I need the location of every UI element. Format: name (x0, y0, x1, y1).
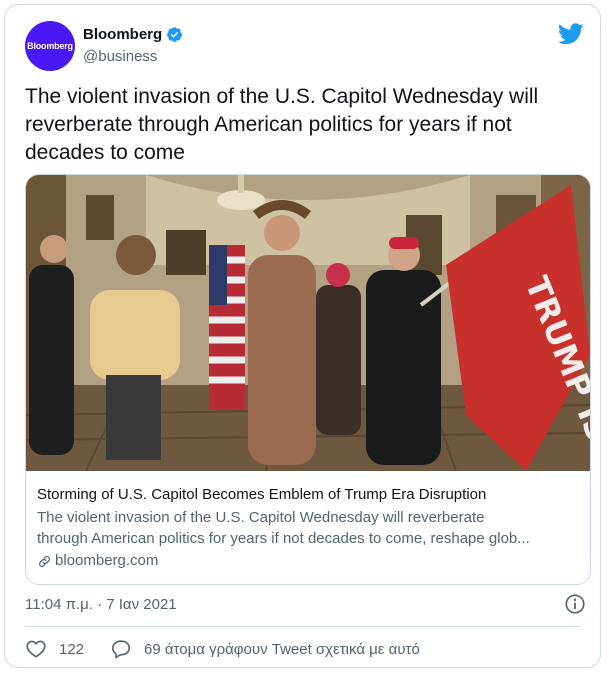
display-name[interactable]: Bloomberg (83, 26, 162, 43)
link-description: The violent invasion of the U.S. Capitol… (37, 507, 581, 549)
tweet-embed-card[interactable]: Bloomberg Bloomberg @business The violen… (4, 4, 601, 668)
tweet-text: The violent invasion of the U.S. Capitol… (25, 85, 539, 164)
link-domain[interactable]: bloomberg.com (55, 550, 158, 572)
link-domain-row[interactable]: bloomberg.com (37, 550, 581, 572)
link-title[interactable]: Storming of U.S. Capitol Becomes Emblem … (37, 485, 581, 505)
twitter-bird-icon[interactable] (558, 23, 584, 45)
avatar[interactable]: Bloomberg (25, 21, 75, 71)
timestamp[interactable]: 11:04 π.μ. · 7 Ιαν 2021 (25, 596, 177, 613)
action-bar: 122 69 άτομα γράφουν Tweet σχετικά με αυ… (25, 638, 420, 660)
verified-badge-icon (167, 27, 183, 42)
photo-capitol-protesters[interactable]: TRUMP IS MY PRESIDEN (26, 175, 590, 471)
speech-bubble-icon (111, 640, 131, 659)
link-preview-card[interactable]: TRUMP IS MY PRESIDEN Storming of U.S. Ca… (25, 174, 591, 585)
link-description-line-2: through American politics for years if n… (37, 530, 530, 547)
divider (25, 626, 580, 627)
link-meta[interactable]: Storming of U.S. Capitol Becomes Emblem … (37, 485, 581, 572)
author-name-row[interactable]: Bloomberg (83, 26, 183, 43)
replies-text: 69 άτομα γράφουν Tweet σχετικά με αυτό (144, 640, 420, 658)
like-count: 122 (59, 640, 85, 658)
like-button[interactable]: 122 (25, 638, 84, 660)
info-icon[interactable] (564, 593, 586, 615)
avatar-label: Bloomberg (27, 41, 73, 51)
link-description-line-1: The violent invasion of the U.S. Capitol… (37, 509, 485, 526)
link-icon (39, 555, 50, 567)
heart-icon (26, 640, 46, 658)
reply-button[interactable]: 69 άτομα γράφουν Tweet σχετικά με αυτό (110, 638, 420, 660)
author-handle[interactable]: @business (83, 48, 157, 65)
